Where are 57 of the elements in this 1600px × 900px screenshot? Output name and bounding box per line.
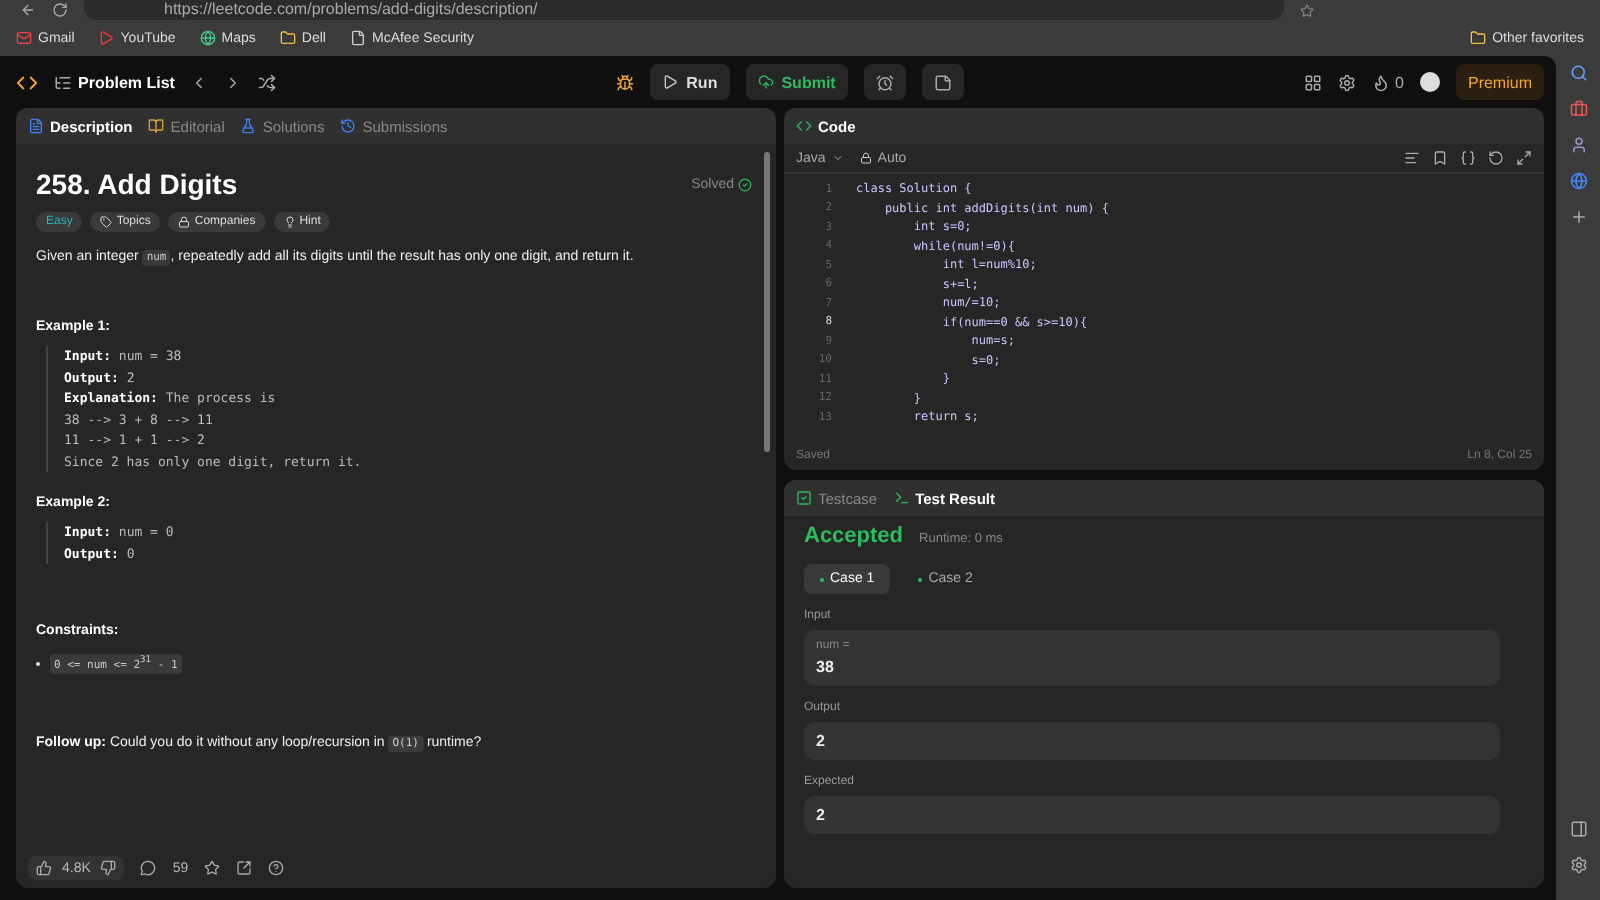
- notes-button[interactable]: [921, 64, 964, 100]
- flame-icon: [1371, 73, 1390, 91]
- run-button[interactable]: Run: [650, 64, 730, 100]
- address-field[interactable]: https://leetcode.com/problems/add-digits/description/: [84, 0, 1284, 20]
- expected-box: 2: [804, 796, 1500, 834]
- lightbulb-icon: [283, 216, 296, 228]
- help-icon: [268, 860, 285, 876]
- submit-button[interactable]: Submit: [745, 64, 848, 100]
- play-icon: [662, 74, 679, 90]
- bug-icon: [616, 73, 635, 91]
- problem-title: 258. Add Digits: [36, 168, 238, 200]
- note-icon: [933, 73, 952, 91]
- folder-icon: [1470, 30, 1487, 46]
- search-icon: [1569, 64, 1587, 82]
- cloud-upload-icon: [757, 74, 774, 90]
- briefcase-icon: [1569, 100, 1587, 118]
- format-icon: [1404, 150, 1420, 166]
- thumbs-down-icon: [100, 860, 117, 876]
- checkbox-icon: [796, 490, 812, 506]
- streak-counter: 0: [1371, 73, 1404, 91]
- problem-list-link[interactable]: Problem List: [54, 73, 175, 91]
- refresh-icon: [52, 2, 68, 18]
- plus-icon: [1569, 208, 1587, 226]
- flask-icon: [240, 118, 257, 134]
- document-icon: [28, 118, 44, 134]
- book-icon: [148, 118, 165, 134]
- star-icon: [204, 860, 221, 876]
- lock-icon: [178, 216, 191, 228]
- lock-icon: [859, 152, 872, 164]
- avatar: [1419, 72, 1440, 92]
- settings-icon: [1337, 73, 1356, 91]
- chevron-down-icon: [831, 152, 844, 164]
- share-icon: [236, 860, 253, 876]
- alarm-clock-icon: [875, 73, 894, 91]
- back-icon: [20, 2, 36, 18]
- comment-icon: [140, 860, 157, 876]
- check-icon: [738, 177, 752, 191]
- code-icon: [796, 118, 812, 134]
- terminal-icon: [893, 490, 910, 506]
- grid-icon: [1303, 73, 1322, 91]
- output-box: 2: [804, 722, 1500, 760]
- braces-icon: [1460, 150, 1476, 166]
- history-icon: [340, 118, 357, 134]
- globe-icon: [1569, 172, 1587, 190]
- reset-icon: [1488, 150, 1504, 166]
- settings-icon: [1569, 856, 1587, 874]
- list-icon: [54, 73, 72, 91]
- expand-icon: [1516, 150, 1532, 166]
- user-icon: [1569, 136, 1587, 154]
- panel-icon: [1569, 820, 1587, 838]
- verdict: Accepted: [804, 524, 904, 548]
- premium-button[interactable]: Premium: [1455, 64, 1544, 100]
- thumbs-up-icon: [36, 860, 52, 876]
- shuffle-icon: [258, 73, 277, 91]
- timer-button[interactable]: [863, 64, 906, 100]
- tag-icon: [100, 216, 113, 228]
- star-icon: [1300, 3, 1314, 17]
